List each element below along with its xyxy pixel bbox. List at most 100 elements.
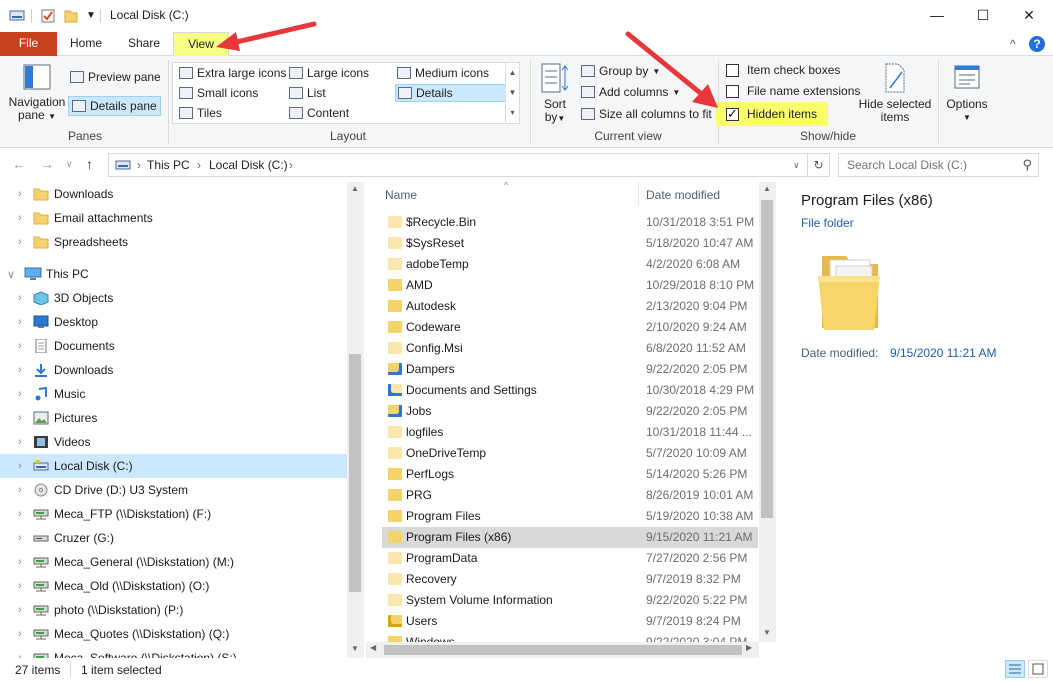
recent-locations-chevron-icon[interactable]: ∨	[66, 159, 73, 170]
file-row[interactable]: Documents and Settings 10/30/2018 4:29 PM	[382, 380, 758, 401]
maximize-button[interactable]: ☐	[960, 0, 1006, 30]
new-folder-icon[interactable]	[63, 8, 79, 27]
item-check-boxes-checkbox[interactable]	[726, 63, 739, 77]
nav-item[interactable]: › 3D Objects	[0, 286, 347, 310]
breadcrumb-local-disk[interactable]: Local Disk (C:)	[209, 158, 288, 172]
scroll-up-icon[interactable]: ▲	[351, 184, 359, 193]
file-row[interactable]: PerfLogs 5/14/2020 5:26 PM	[382, 464, 758, 485]
hidden-items-checkbox[interactable]	[726, 106, 739, 122]
hidden-items-toggle[interactable]: Hidden items	[726, 106, 817, 122]
expand-chevron-icon[interactable]: ›	[15, 460, 25, 472]
file-row[interactable]: PRG 8/26/2019 10:01 AM	[382, 485, 758, 506]
nav-item[interactable]: › Meca_General (\\Diskstation) (M:)	[0, 550, 347, 574]
nav-item[interactable]: › Music	[0, 382, 347, 406]
file-row[interactable]: Program Files (x86) 9/15/2020 11:21 AM	[382, 527, 758, 548]
file-row[interactable]: AMD 10/29/2018 8:10 PM	[382, 275, 758, 296]
scroll-down-icon[interactable]: ▼	[351, 644, 359, 653]
options-button[interactable]: Options ▼	[944, 62, 990, 124]
file-row[interactable]: adobeTemp 4/2/2020 6:08 AM	[382, 254, 758, 275]
nav-item[interactable]: › Email attachments	[0, 206, 347, 230]
layout-details[interactable]: Details	[395, 84, 506, 102]
scroll-up-icon[interactable]: ▲	[763, 184, 771, 193]
file-row[interactable]: ProgramData 7/27/2020 2:56 PM	[382, 548, 758, 569]
size-all-columns-button[interactable]: Size all columns to fit	[581, 107, 712, 121]
group-by-button[interactable]: Group by ▼	[581, 64, 660, 78]
layout-gallery-scroll[interactable]: ▲ ▼ ▾	[505, 63, 519, 123]
back-arrow-icon[interactable]: ←	[12, 156, 26, 172]
minimize-button[interactable]: —	[914, 0, 960, 30]
hide-selected-items-button[interactable]: Hide selected items	[858, 62, 932, 124]
file-row[interactable]: $Recycle.Bin 10/31/2018 3:51 PM	[382, 212, 758, 233]
nav-item[interactable]: › Meca_FTP (\\Diskstation) (F:)	[0, 502, 347, 526]
file-row[interactable]: Dampers 9/22/2020 2:05 PM	[382, 359, 758, 380]
file-name-extensions-checkbox[interactable]	[726, 84, 739, 98]
expand-chevron-icon[interactable]: ›	[15, 580, 25, 592]
properties-icon[interactable]	[40, 8, 56, 27]
help-icon[interactable]: ?	[1029, 36, 1045, 52]
add-columns-button[interactable]: Add columns ▼	[581, 85, 680, 99]
nav-item[interactable]: ∨ This PC	[0, 262, 347, 286]
nav-item[interactable]: › Local Disk (C:)	[0, 454, 347, 478]
scroll-down-icon[interactable]: ▼	[763, 628, 771, 637]
nav-item[interactable]: › Spreadsheets	[0, 230, 347, 254]
expand-chevron-icon[interactable]: ›	[15, 628, 25, 640]
search-box[interactable]: ⚲	[838, 153, 1039, 177]
tab-home[interactable]: Home	[57, 32, 115, 56]
expand-chevron-icon[interactable]: ›	[15, 532, 25, 544]
navigation-pane-scrollbar[interactable]: ▲ ▼	[347, 182, 364, 658]
nav-item[interactable]: › Pictures	[0, 406, 347, 430]
breadcrumb-separator[interactable]: ›	[289, 158, 293, 172]
file-row[interactable]: Program Files 5/19/2020 10:38 AM	[382, 506, 758, 527]
scroll-right-icon[interactable]: ▶	[746, 643, 752, 652]
collapse-chevron-icon[interactable]: ∨	[6, 268, 16, 281]
forward-arrow-icon[interactable]: →	[40, 156, 54, 172]
large-icons-view-button[interactable]	[1028, 660, 1048, 678]
tab-share[interactable]: Share	[115, 32, 173, 56]
expand-chevron-icon[interactable]: ›	[15, 484, 25, 496]
expand-chevron-icon[interactable]: ›	[15, 556, 25, 568]
details-view-button[interactable]	[1005, 660, 1025, 678]
column-separator[interactable]	[638, 182, 639, 206]
address-bar[interactable]: › This PC › Local Disk (C:) › ∨	[108, 153, 808, 177]
expand-chevron-icon[interactable]: ›	[15, 604, 25, 616]
horizontal-scroll-thumb[interactable]	[384, 645, 742, 655]
search-input[interactable]	[845, 155, 1015, 175]
customize-toolbar-dropdown-icon[interactable]: ▼	[86, 10, 96, 21]
layout-list[interactable]: List	[289, 86, 326, 100]
layout-small-icons[interactable]: Small icons	[179, 86, 258, 100]
layout-extra-large-icons[interactable]: Extra large icons	[179, 66, 286, 80]
expand-chevron-icon[interactable]: ›	[15, 364, 25, 376]
layout-medium-icons[interactable]: Medium icons	[397, 66, 489, 80]
expand-chevron-icon[interactable]: ›	[15, 508, 25, 520]
close-button[interactable]: ✕	[1006, 0, 1052, 30]
expand-chevron-icon[interactable]: ›	[15, 340, 25, 352]
file-row[interactable]: Recovery 9/7/2019 8:32 PM	[382, 569, 758, 590]
file-name-extensions-toggle[interactable]: File name extensions	[726, 84, 860, 98]
expand-chevron-icon[interactable]: ›	[15, 236, 25, 248]
file-row[interactable]: logfiles 10/31/2018 11:44 ...	[382, 422, 758, 443]
nav-item[interactable]: › CD Drive (D:) U3 System	[0, 478, 347, 502]
tab-view[interactable]: View	[173, 32, 229, 57]
refresh-icon[interactable]: ↻	[808, 153, 830, 177]
file-row[interactable]: Autodesk 2/13/2020 9:04 PM	[382, 296, 758, 317]
nav-item[interactable]: › Videos	[0, 430, 347, 454]
layout-tiles[interactable]: Tiles	[179, 106, 222, 120]
tab-file[interactable]: File	[0, 32, 57, 56]
nav-item[interactable]: › Meca_Old (\\Diskstation) (O:)	[0, 574, 347, 598]
expand-chevron-icon[interactable]: ›	[15, 316, 25, 328]
address-history-chevron-icon[interactable]: ∨	[793, 160, 800, 171]
navigation-pane-scroll-thumb[interactable]	[349, 354, 361, 592]
expand-chevron-icon[interactable]: ›	[15, 388, 25, 400]
nav-item[interactable]: › Downloads	[0, 182, 347, 206]
nav-item[interactable]: › Meca_Quotes (\\Diskstation) (Q:)	[0, 622, 347, 646]
file-list-horizontal-scrollbar[interactable]: ◀ ▶	[366, 642, 759, 658]
preview-pane-button[interactable]: Preview pane	[70, 70, 161, 84]
navigation-pane-button[interactable]: Navigation pane ▼	[6, 62, 68, 123]
breadcrumb-separator[interactable]: ›	[137, 158, 141, 172]
nav-item[interactable]: › Meca_Software (\\Diskstation) (S:)	[0, 646, 347, 658]
sort-by-button[interactable]: Sort by▼	[538, 62, 572, 125]
nav-item[interactable]: › Documents	[0, 334, 347, 358]
breadcrumb-this-pc[interactable]: This PC	[147, 158, 190, 172]
details-pane-button[interactable]: Details pane	[68, 96, 161, 116]
expand-chevron-icon[interactable]: ›	[15, 188, 25, 200]
